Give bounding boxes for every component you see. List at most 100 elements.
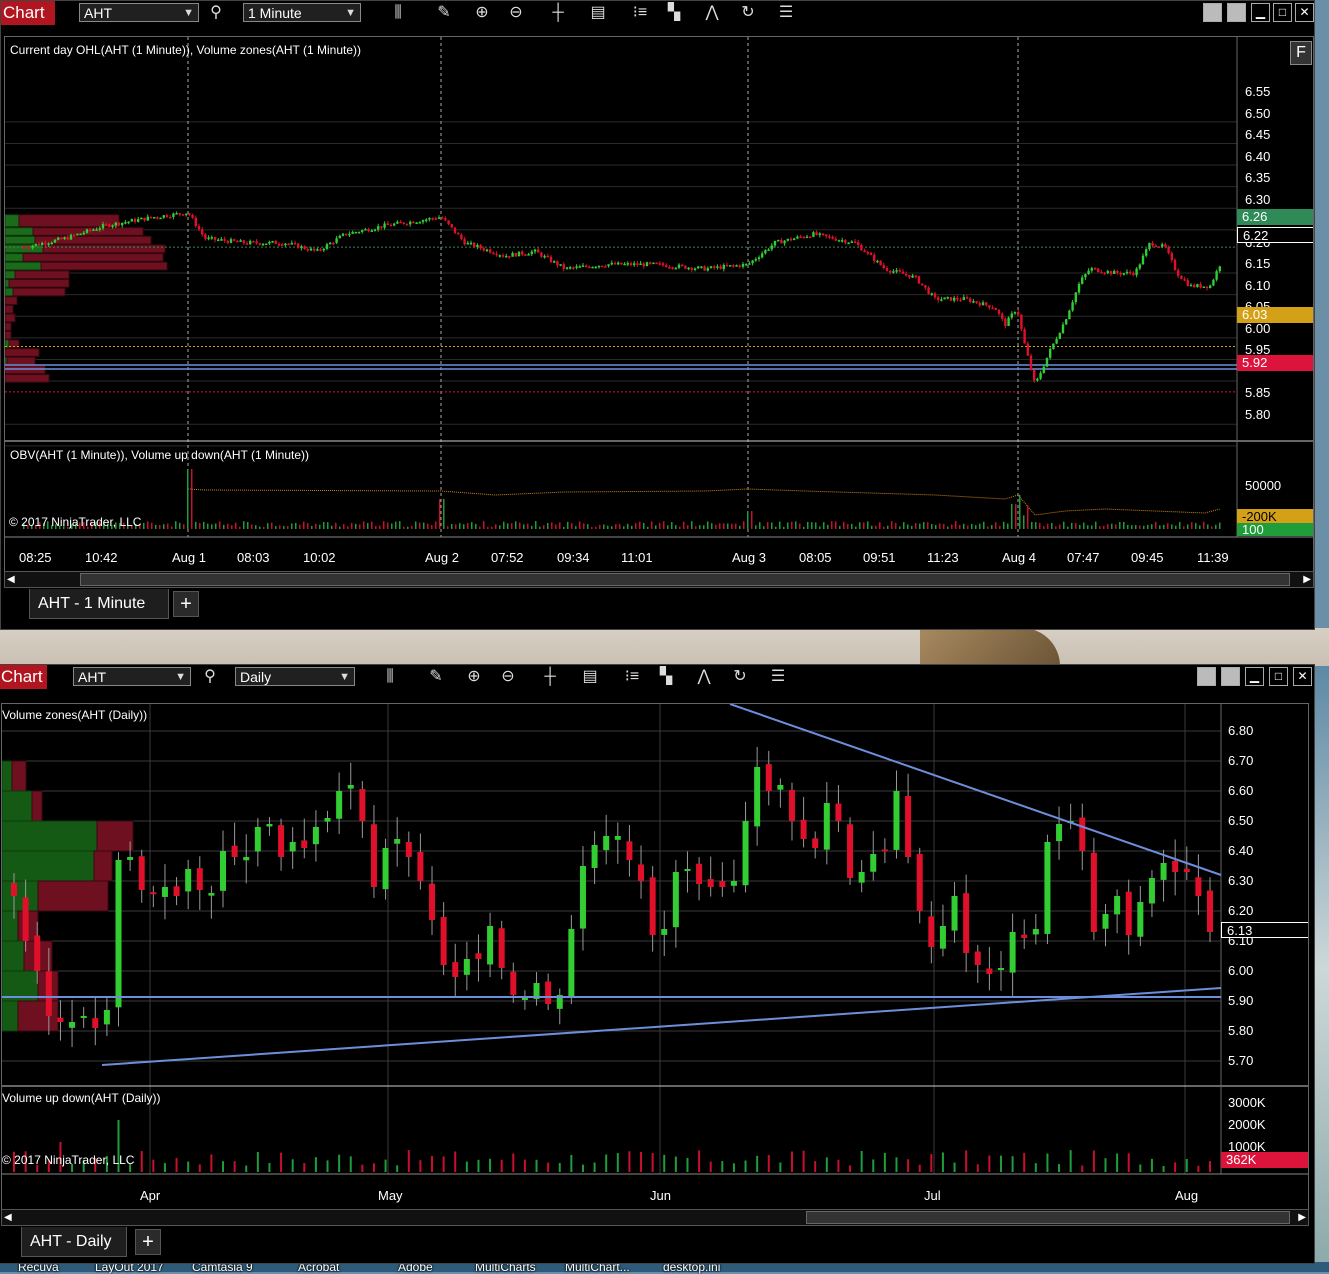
chevron-down-icon[interactable]: ▼ bbox=[345, 4, 356, 23]
candle-body bbox=[271, 241, 274, 243]
instrument-selector[interactable]: AHT ▼ bbox=[73, 667, 191, 686]
chevron-down-icon[interactable]: ▼ bbox=[339, 668, 350, 687]
crosshair-icon[interactable]: ┼ bbox=[539, 666, 561, 688]
candle-body bbox=[828, 236, 831, 238]
zoom-in-icon[interactable]: ⊕ bbox=[463, 666, 485, 688]
drawing-tools-icon[interactable]: ⋀ bbox=[701, 2, 723, 24]
volume-bar bbox=[823, 522, 825, 529]
crosshair-icon[interactable]: ┼ bbox=[547, 2, 569, 24]
pencil-icon[interactable]: ✎ bbox=[433, 2, 455, 24]
candle-body bbox=[386, 223, 389, 225]
chart-canvas[interactable] bbox=[2, 704, 1309, 1212]
volume-bar bbox=[175, 521, 177, 529]
scroll-right-icon[interactable]: ▶ bbox=[1298, 1210, 1306, 1225]
scroll-left-icon[interactable]: ◀ bbox=[7, 572, 15, 587]
candle-body bbox=[1141, 255, 1145, 265]
instrument-selector[interactable]: AHT ▼ bbox=[79, 3, 199, 22]
candle-body bbox=[1207, 890, 1213, 932]
search-icon[interactable]: ⚲ bbox=[205, 2, 227, 24]
strategies-icon[interactable]: ▚ bbox=[655, 666, 677, 688]
candle-body bbox=[325, 244, 329, 249]
candle-body bbox=[115, 860, 122, 1008]
maximize-icon[interactable]: □ bbox=[1269, 667, 1288, 686]
data-box-icon[interactable]: ▤ bbox=[587, 2, 609, 24]
candle-body bbox=[421, 220, 425, 223]
volume-bar bbox=[755, 525, 757, 529]
candle-body bbox=[1195, 877, 1202, 896]
properties-icon[interactable]: ☰ bbox=[767, 666, 789, 688]
scroll-right-icon[interactable]: ▶ bbox=[1303, 572, 1311, 587]
candle-body bbox=[181, 214, 185, 216]
chart-window-1-minute[interactable]: Chart AHT ▼ ⚲ 1 Minute ▼ ⫼ ✎ ⊕ ⊖ ┼ ▤ ⁝≡ ▚ ⋀ ↻ ☰ ▁ □ … bbox=[0, 0, 1315, 630]
tab-aht-daily[interactable]: AHT - Daily bbox=[21, 1227, 127, 1257]
chart-canvas[interactable] bbox=[5, 37, 1314, 572]
add-tab-button[interactable]: + bbox=[135, 1229, 161, 1255]
period-selector[interactable]: Daily ▼ bbox=[235, 667, 355, 686]
drawing-tools-icon[interactable]: ⋀ bbox=[693, 666, 715, 688]
scroll-left-icon[interactable]: ◀ bbox=[4, 1210, 12, 1225]
volume-bar bbox=[1069, 1150, 1072, 1172]
bar-type-icon[interactable]: ⫼ bbox=[379, 666, 401, 688]
bar-type-icon[interactable]: ⫼ bbox=[387, 2, 409, 24]
candle-body bbox=[1173, 259, 1177, 271]
refresh-icon[interactable]: ↻ bbox=[729, 666, 751, 688]
volume-bar bbox=[860, 1150, 863, 1172]
volume-bar bbox=[343, 524, 345, 529]
candle-body bbox=[95, 229, 98, 231]
volume-bar bbox=[1003, 521, 1005, 529]
horizontal-scrollbar[interactable]: ◀ ▶ bbox=[4, 571, 1314, 588]
data-box-icon[interactable]: ▤ bbox=[579, 666, 601, 688]
properties-icon[interactable]: ☰ bbox=[775, 2, 797, 24]
tab-aht-1-minute[interactable]: AHT - 1 Minute bbox=[29, 589, 169, 619]
window-gray-button-2[interactable] bbox=[1227, 3, 1246, 22]
candle-body bbox=[908, 274, 911, 278]
candle-body bbox=[101, 224, 105, 229]
scrollbar-thumb[interactable] bbox=[806, 1211, 1290, 1224]
strategies-icon[interactable]: ▚ bbox=[663, 2, 685, 24]
candle-body bbox=[693, 268, 697, 270]
candle-body bbox=[1068, 310, 1071, 320]
volume-zone-down bbox=[12, 287, 66, 297]
indicators-icon[interactable]: ⁝≡ bbox=[621, 666, 643, 688]
indicators-icon[interactable]: ⁝≡ bbox=[629, 2, 651, 24]
candle-body bbox=[638, 864, 645, 881]
candle-body bbox=[1199, 284, 1202, 288]
zoom-in-icon[interactable]: ⊕ bbox=[471, 2, 493, 24]
candle-body bbox=[1218, 266, 1221, 272]
scrollbar-thumb[interactable] bbox=[80, 573, 1290, 586]
candle-body bbox=[591, 266, 594, 269]
f-button[interactable]: F bbox=[1290, 41, 1312, 65]
chevron-down-icon[interactable]: ▼ bbox=[183, 4, 194, 23]
search-icon[interactable]: ⚲ bbox=[199, 666, 221, 688]
maximize-icon[interactable]: □ bbox=[1273, 3, 1292, 22]
chart-area[interactable]: Volume zones(AHT (Daily)) Volume up down… bbox=[1, 703, 1309, 1212]
horizontal-scrollbar[interactable]: ◀ ▶ bbox=[1, 1209, 1309, 1226]
minimize-icon[interactable]: ▁ bbox=[1245, 667, 1264, 686]
candle-body bbox=[898, 270, 901, 272]
chart-area[interactable]: Current day OHL(AHT (1 Minute)), Volume … bbox=[4, 36, 1314, 572]
candle-body bbox=[684, 869, 691, 871]
volume-bar bbox=[195, 521, 197, 529]
window-gray-button-2[interactable] bbox=[1221, 667, 1240, 686]
minimize-icon[interactable]: ▁ bbox=[1251, 3, 1270, 22]
candle-body bbox=[133, 219, 137, 222]
volume-bar bbox=[326, 1160, 329, 1172]
candle-body bbox=[607, 264, 610, 267]
close-icon[interactable]: ✕ bbox=[1295, 3, 1314, 22]
window-gray-button-1[interactable] bbox=[1197, 667, 1216, 686]
volume-bar bbox=[931, 524, 933, 529]
chevron-down-icon[interactable]: ▼ bbox=[175, 668, 186, 687]
close-icon[interactable]: ✕ bbox=[1293, 667, 1312, 686]
candle-body bbox=[565, 267, 569, 269]
period-selector[interactable]: 1 Minute ▼ bbox=[243, 3, 361, 22]
volume-bar bbox=[1081, 1165, 1084, 1172]
window-gray-button-1[interactable] bbox=[1203, 3, 1222, 22]
candle-body bbox=[146, 216, 149, 221]
pencil-icon[interactable]: ✎ bbox=[425, 666, 447, 688]
volume-bar bbox=[827, 524, 829, 529]
add-tab-button[interactable]: + bbox=[173, 591, 199, 617]
zoom-out-icon[interactable]: ⊖ bbox=[505, 2, 527, 24]
zoom-out-icon[interactable]: ⊖ bbox=[497, 666, 519, 688]
refresh-icon[interactable]: ↻ bbox=[737, 2, 759, 24]
chart-window-daily[interactable]: Chart AHT ▼ ⚲ Daily ▼ ⫼ ✎ ⊕ ⊖ ┼ ▤ ⁝≡ ▚ ⋀ ↻ ☰ ▁ □ ✕ V… bbox=[0, 664, 1315, 1264]
